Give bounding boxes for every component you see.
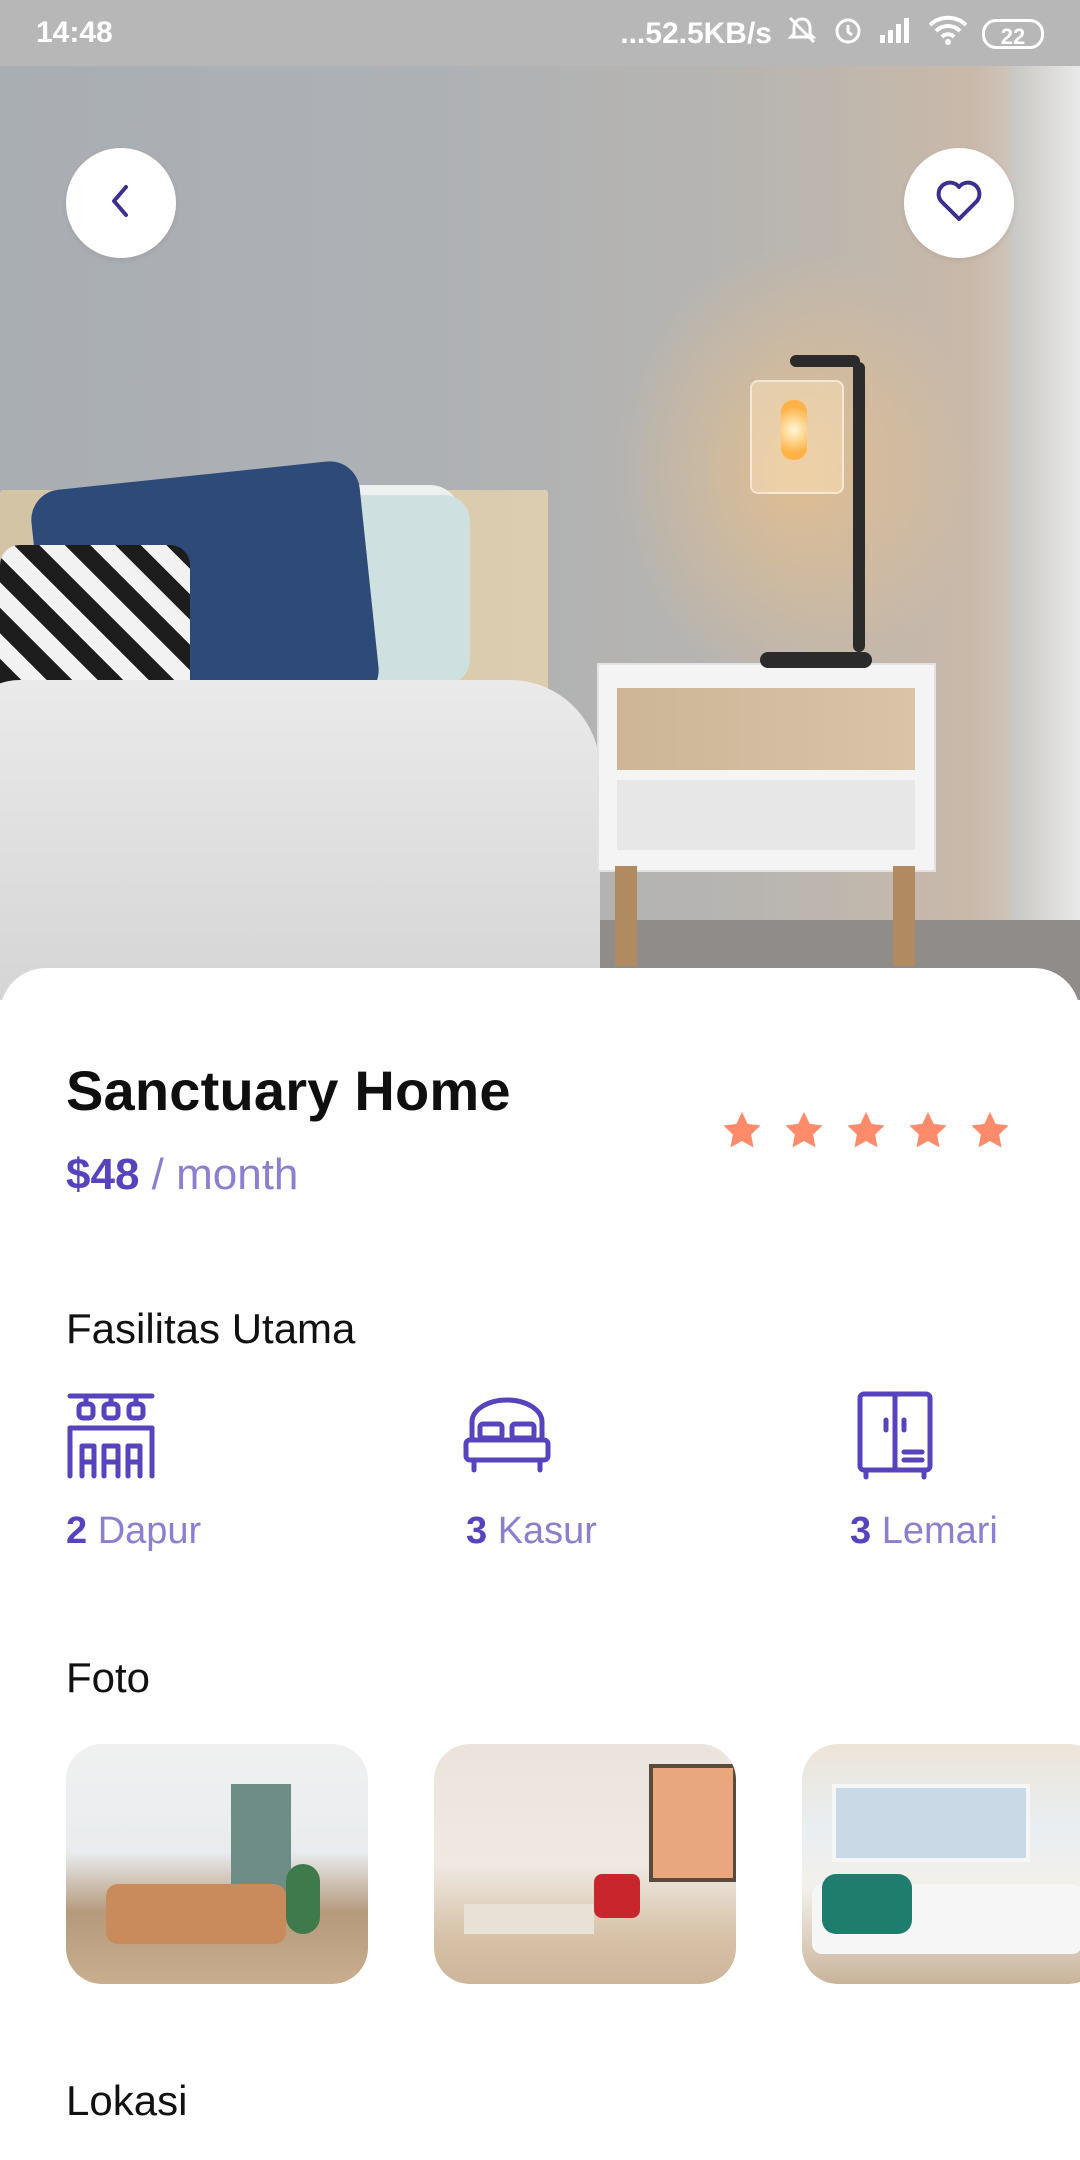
star-icon bbox=[785, 1111, 823, 1148]
facility-count: 3 bbox=[466, 1510, 488, 1552]
network-speed: ...52.5KB/s bbox=[620, 17, 772, 50]
facility-bed: 3 Kasur bbox=[462, 1390, 597, 1552]
photo-detail bbox=[594, 1874, 640, 1918]
hero-wall-edge bbox=[1010, 60, 1080, 1000]
photo-detail bbox=[231, 1784, 291, 1894]
photo-detail bbox=[832, 1784, 1030, 1862]
heart-icon bbox=[935, 179, 983, 227]
photo-detail bbox=[649, 1764, 736, 1882]
listing-price: $48 / month bbox=[66, 1150, 298, 1200]
facility-count: 2 bbox=[66, 1510, 88, 1552]
facility-name: Lemari bbox=[871, 1510, 998, 1552]
rating-stars bbox=[720, 1110, 1012, 1152]
hero-lamp-arm bbox=[790, 355, 860, 367]
star-icon bbox=[909, 1111, 947, 1148]
price-amount: $48 bbox=[66, 1150, 140, 1199]
living-room-photo[interactable] bbox=[66, 1744, 368, 1984]
photo-detail bbox=[286, 1864, 320, 1934]
photo-detail bbox=[464, 1904, 594, 1934]
facilities-heading: Fasilitas Utama bbox=[66, 1305, 356, 1352]
price-unit: / month bbox=[139, 1150, 299, 1199]
favorite-button[interactable] bbox=[904, 148, 1014, 258]
dining-room-photo[interactable] bbox=[434, 1744, 736, 1984]
wardrobe-icon bbox=[856, 1390, 936, 1484]
bed-icon bbox=[462, 1390, 552, 1484]
kitchen-icon bbox=[66, 1390, 156, 1484]
hero-leg bbox=[893, 866, 915, 966]
facility-wardrobe-label: 3 Lemari bbox=[850, 1510, 998, 1553]
listing-title: Sanctuary Home bbox=[66, 1059, 511, 1122]
hero-bed bbox=[0, 680, 600, 1000]
photo-detail bbox=[106, 1884, 286, 1944]
back-button[interactable] bbox=[66, 148, 176, 258]
mute-icon bbox=[786, 14, 818, 54]
hero-shelf bbox=[617, 780, 915, 850]
hero-lamp-stand bbox=[853, 362, 865, 652]
wifi-icon bbox=[928, 15, 968, 53]
status-bar: 14:48 ...52.5KB/s 22 bbox=[0, 0, 1080, 66]
hero-drawer bbox=[617, 688, 915, 770]
hero-lamp-base bbox=[760, 652, 872, 668]
status-time: 14:48 bbox=[36, 16, 113, 49]
photos-heading: Foto bbox=[66, 1654, 151, 1701]
facility-kitchen-label: 2 Dapur bbox=[66, 1510, 201, 1553]
facility-wardrobe: 3 Lemari bbox=[850, 1390, 998, 1552]
status-icons: ...52.5KB/s 22 bbox=[620, 14, 1044, 54]
bedroom-photo[interactable] bbox=[802, 1744, 1080, 1984]
battery-icon: 22 bbox=[982, 19, 1044, 49]
star-icon bbox=[971, 1111, 1009, 1148]
facility-bed-label: 3 Kasur bbox=[466, 1510, 597, 1553]
hero-image bbox=[0, 0, 1080, 1000]
photo-detail bbox=[822, 1874, 912, 1934]
hero-leg bbox=[615, 866, 637, 966]
facility-count: 3 bbox=[850, 1510, 872, 1552]
facility-name: Kasur bbox=[487, 1510, 597, 1552]
alarm-icon bbox=[832, 14, 864, 54]
facility-name: Dapur bbox=[87, 1510, 202, 1552]
signal-icon bbox=[878, 15, 914, 53]
photo-gallery bbox=[66, 1744, 1080, 1984]
location-heading: Lokasi bbox=[66, 2077, 188, 2124]
facility-kitchen: 2 Dapur bbox=[66, 1390, 201, 1552]
chevron-left-icon bbox=[106, 181, 136, 225]
star-icon bbox=[723, 1111, 761, 1148]
hero-lamp-bulb bbox=[781, 400, 807, 460]
star-icon bbox=[847, 1111, 885, 1148]
